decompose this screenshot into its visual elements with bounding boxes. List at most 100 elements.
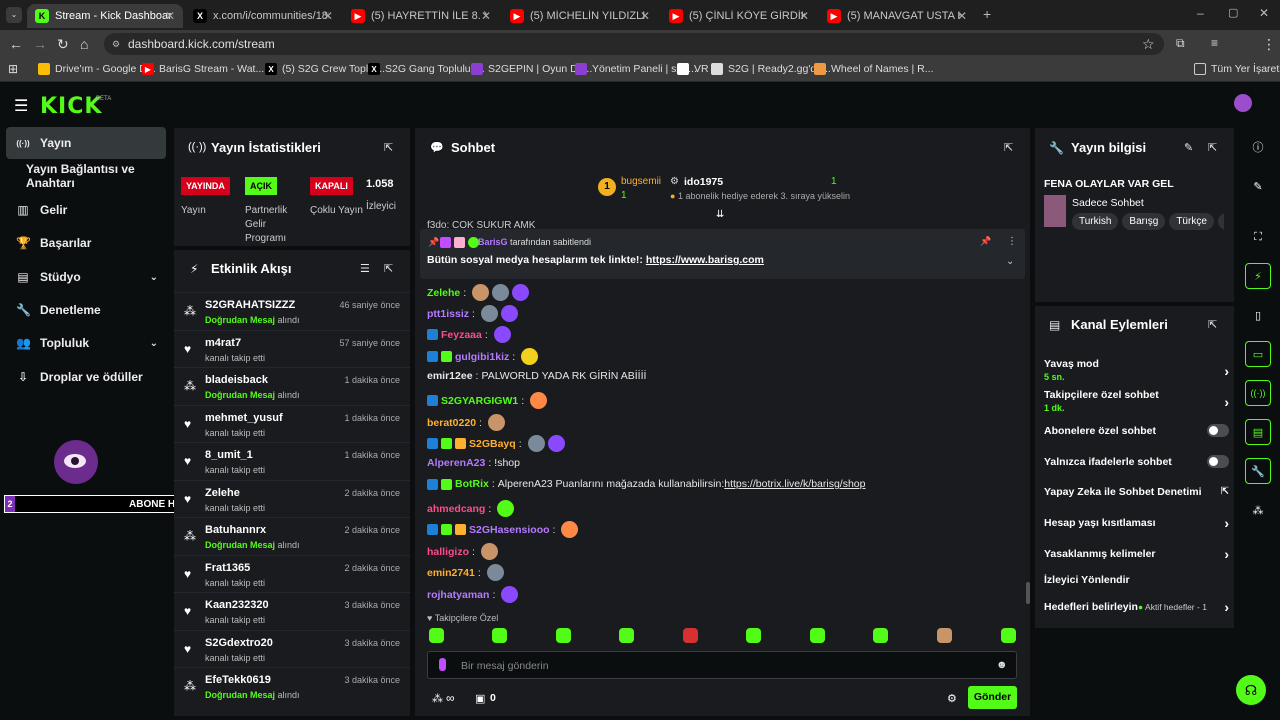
- document-icon[interactable]: ▯: [1245, 302, 1271, 328]
- chevron-down-icon[interactable]: ⌄: [150, 272, 158, 283]
- channel-action-item[interactable]: Yavaş mod 5 sn. ›: [1044, 358, 1229, 382]
- bookmark-item[interactable]: X S2G Gang Topluluk...: [368, 63, 485, 75]
- browser-menu-icon[interactable]: ⋮: [1262, 36, 1276, 53]
- emote-icon[interactable]: [1001, 628, 1016, 643]
- chat-username[interactable]: gulgibi1kiz: [455, 351, 509, 363]
- chat-username[interactable]: emir12ee: [427, 370, 473, 382]
- chat-username[interactable]: Zelehe: [427, 287, 460, 299]
- chat-settings-icon[interactable]: ⚙: [947, 692, 957, 705]
- scroll-down-icon[interactable]: ⇊: [716, 209, 724, 220]
- feed-username[interactable]: Batuhannrx: [205, 524, 266, 536]
- feed-username[interactable]: mehmet_yusuf: [205, 412, 283, 424]
- hamburger-menu-icon[interactable]: ☰: [14, 96, 28, 116]
- chat-username[interactable]: S2GBayq: [469, 438, 516, 450]
- chat-username[interactable]: rojhatyaman: [427, 589, 489, 601]
- points-icon[interactable]: ⁂: [432, 692, 443, 705]
- expand-chevron-icon[interactable]: ⌄: [1006, 256, 1014, 267]
- toggle-switch[interactable]: [1207, 424, 1229, 437]
- emote-icon[interactable]: [683, 628, 698, 643]
- sidebar-item[interactable]: ▤ Stüdyo ⌄: [6, 261, 166, 293]
- emote-icon[interactable]: [810, 628, 825, 643]
- broadcast-icon[interactable]: ((·)): [1245, 380, 1271, 406]
- emote-icon[interactable]: [492, 628, 507, 643]
- tag-chip[interactable]: Türkçe: [1169, 213, 1214, 230]
- channel-action-item[interactable]: Abonelere özel sohbet: [1044, 424, 1229, 437]
- gift-icon[interactable]: ▣: [475, 692, 485, 705]
- feed-username[interactable]: S2Gdextro20: [205, 637, 273, 649]
- channel-action-item[interactable]: Takipçilere özel sohbet 1 dk. ›: [1044, 389, 1229, 413]
- actions-icon[interactable]: ▤: [1245, 419, 1271, 445]
- user-avatar[interactable]: [1234, 94, 1252, 112]
- external-link-icon[interactable]: ⇱: [1221, 486, 1229, 497]
- browser-tab[interactable]: K Stream - Kick Dashboard ✕: [27, 4, 183, 28]
- close-tab-icon[interactable]: ✕: [481, 9, 491, 23]
- chat-username[interactable]: halligizo: [427, 546, 469, 558]
- emote-icon[interactable]: [937, 628, 952, 643]
- close-tab-icon[interactable]: ✕: [165, 9, 175, 23]
- drops-icon[interactable]: ⁂: [1245, 497, 1271, 523]
- edit-icon[interactable]: ✎: [1184, 141, 1193, 154]
- emote-icon[interactable]: [746, 628, 761, 643]
- chevron-right-icon[interactable]: ›: [1224, 599, 1229, 615]
- emote-icon[interactable]: [873, 628, 888, 643]
- new-tab-button[interactable]: +: [983, 6, 991, 22]
- browser-tab[interactable]: ▶ (5) MİCHELİN YILDIZLI SOKAK L✕: [502, 4, 658, 28]
- close-tab-icon[interactable]: ✕: [323, 9, 333, 23]
- tag-chip[interactable]: ba: [1217, 213, 1224, 230]
- filter-icon[interactable]: ☰: [360, 262, 370, 275]
- chevron-right-icon[interactable]: ›: [1224, 515, 1229, 531]
- popout-icon[interactable]: ⇱: [1208, 318, 1217, 331]
- chat-scrollbar[interactable]: [1026, 582, 1030, 604]
- forward-icon[interactable]: →: [33, 36, 47, 52]
- chevron-right-icon[interactable]: ›: [1224, 546, 1229, 562]
- feed-username[interactable]: Zelehe: [205, 487, 240, 499]
- channel-action-item[interactable]: İzleyici Yönlendir: [1044, 574, 1229, 586]
- more-options-icon[interactable]: ⋮: [1007, 236, 1017, 247]
- sidebar-item[interactable]: 👥 Topluluk ⌄: [6, 327, 166, 359]
- sidebar-item[interactable]: 🔧 Denetleme: [6, 294, 166, 326]
- feed-username[interactable]: Kaan232320: [205, 599, 269, 611]
- feed-username[interactable]: Frat1365: [205, 562, 250, 574]
- bookmark-star-icon[interactable]: ☆: [1142, 36, 1155, 53]
- apps-icon[interactable]: ⊞: [8, 62, 18, 76]
- sidebar-item[interactable]: 🏆 Başarılar: [6, 227, 166, 259]
- maximize-icon[interactable]: ▢: [1228, 6, 1238, 19]
- tab-search-icon[interactable]: ⌄: [6, 7, 22, 23]
- chevron-down-icon[interactable]: ⌄: [150, 338, 158, 349]
- chat-username[interactable]: S2GYARGIGW1: [441, 395, 518, 407]
- chat-link[interactable]: https://botrix.live/k/barisg/shop: [724, 478, 865, 490]
- channel-action-item[interactable]: Yasaklanmış kelimeler ›: [1044, 546, 1229, 562]
- emote-icon[interactable]: [619, 628, 634, 643]
- site-info-icon[interactable]: ⚙: [112, 39, 120, 50]
- chat-username[interactable]: Feyzaaa: [441, 329, 482, 341]
- emote-icon[interactable]: [556, 628, 571, 643]
- reload-icon[interactable]: ↻: [57, 36, 69, 53]
- unpin-icon[interactable]: 📌: [980, 236, 991, 247]
- feed-username[interactable]: bladeisback: [205, 374, 268, 386]
- sidebar-item[interactable]: ▥ Gelir: [6, 194, 166, 226]
- emoji-icon[interactable]: ☻: [996, 659, 1008, 671]
- popout-icon[interactable]: ⇱: [1208, 141, 1217, 154]
- sidebar-item[interactable]: ⇩ Droplar ve ödüller: [6, 361, 166, 393]
- browser-tab[interactable]: ▶ (5) MANAVGAT USTA HACKERI:✕: [819, 4, 975, 28]
- sidebar-item[interactable]: ((·)) Yayın: [6, 127, 166, 159]
- support-headset-icon[interactable]: ☊: [1236, 675, 1266, 705]
- channel-action-item[interactable]: Hesap yaşı kısıtlaması ›: [1044, 515, 1229, 531]
- lightning-icon[interactable]: ⚡: [1245, 263, 1271, 289]
- popout-icon[interactable]: ⇱: [384, 141, 393, 154]
- crop-icon[interactable]: ⛶: [1245, 224, 1271, 250]
- browser-tab[interactable]: Xx.com/i/communities/18353195✕: [185, 4, 341, 28]
- chevron-right-icon[interactable]: ›: [1224, 394, 1229, 410]
- feed-username[interactable]: EfeTekk0619: [205, 674, 271, 686]
- channel-action-item[interactable]: Hedefleri belirleyin ● Aktif hedefler - 1…: [1044, 599, 1229, 615]
- kick-logo[interactable]: KICK: [40, 94, 102, 119]
- chat-username[interactable]: ptt1issiz: [427, 308, 469, 320]
- sidebar-item[interactable]: Yayın Bağlantısı ve Anahtarı: [6, 160, 166, 192]
- browser-tab[interactable]: ▶ (5) ÇİNLİ KÖYE GİRDİK GİRMEZ✕: [661, 4, 817, 28]
- popout-icon[interactable]: ⇱: [384, 262, 393, 275]
- feed-username[interactable]: m4rat7: [205, 337, 241, 349]
- back-icon[interactable]: ←: [9, 36, 23, 52]
- send-button[interactable]: Gönder: [968, 686, 1017, 709]
- chat-username[interactable]: S2GHasensiooo: [469, 524, 550, 536]
- chat-username[interactable]: ahmedcang: [427, 503, 485, 515]
